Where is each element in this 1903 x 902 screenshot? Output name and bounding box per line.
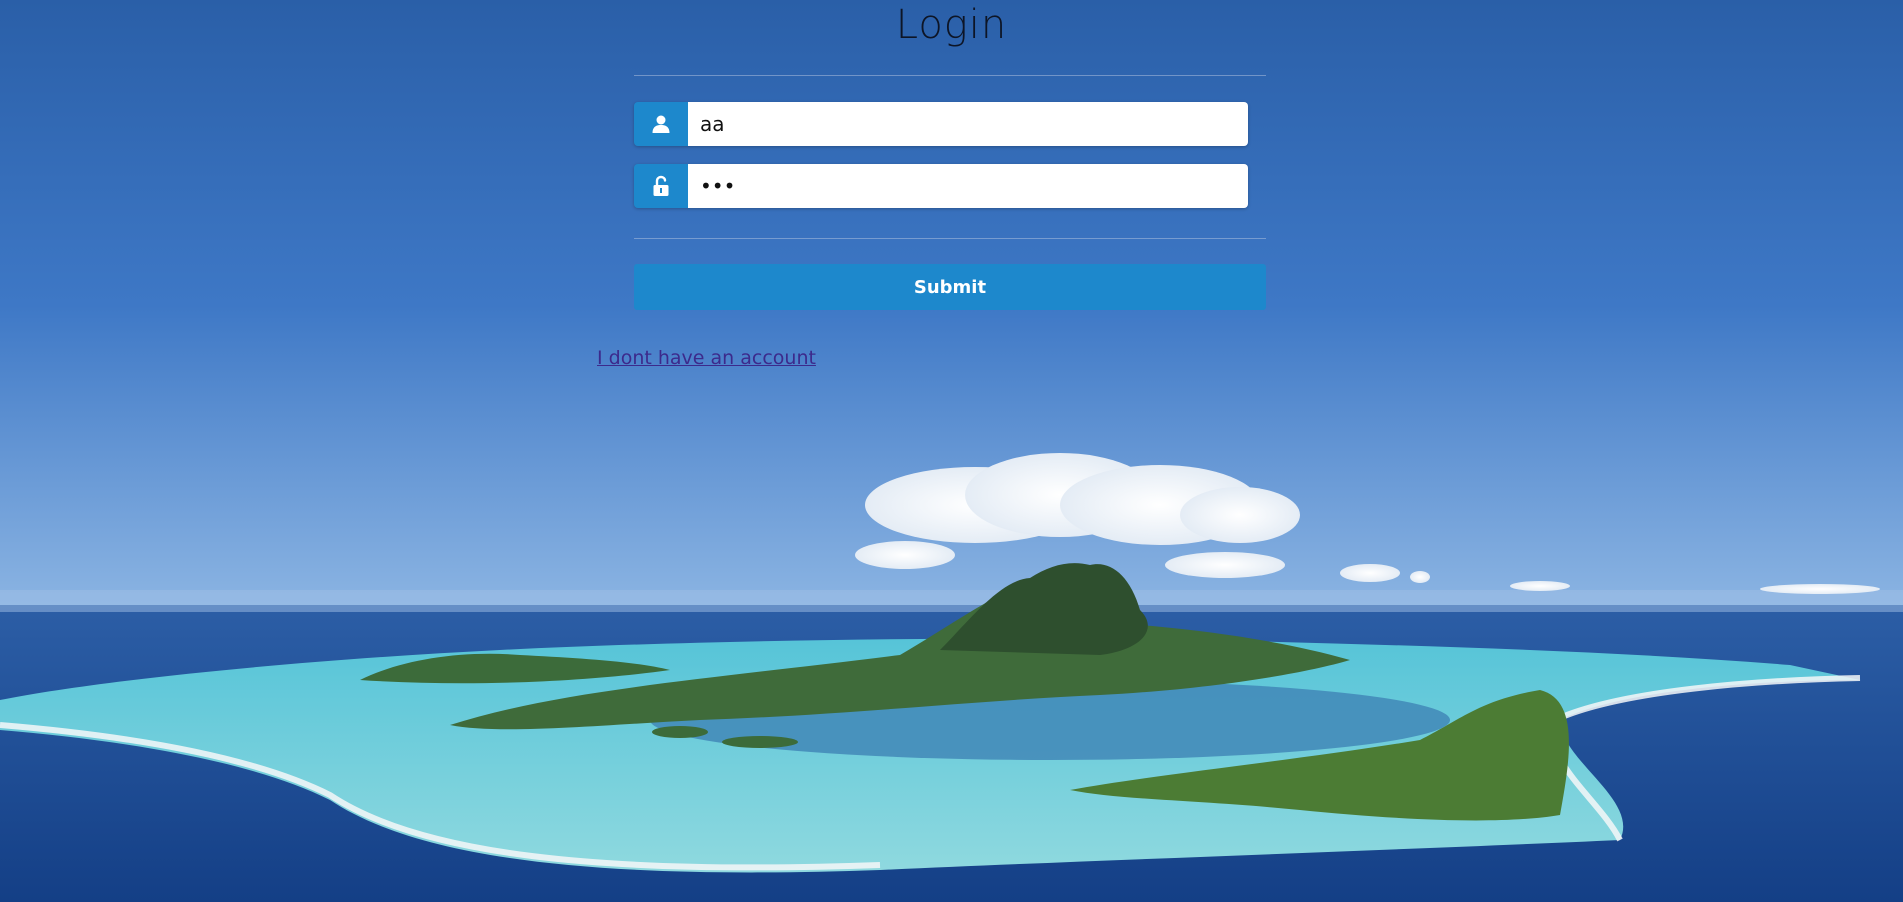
password-input[interactable] bbox=[688, 164, 1248, 208]
page-title: Login bbox=[895, 2, 1008, 48]
password-field-group bbox=[634, 164, 1248, 208]
top-divider bbox=[634, 75, 1266, 76]
bottom-divider bbox=[634, 238, 1266, 239]
submit-button[interactable]: Submit bbox=[634, 264, 1266, 310]
username-input[interactable] bbox=[688, 102, 1248, 146]
username-field-group bbox=[634, 102, 1248, 146]
no-account-link[interactable]: I dont have an account bbox=[597, 347, 816, 369]
user-icon bbox=[634, 102, 688, 146]
unlock-icon bbox=[634, 164, 688, 208]
